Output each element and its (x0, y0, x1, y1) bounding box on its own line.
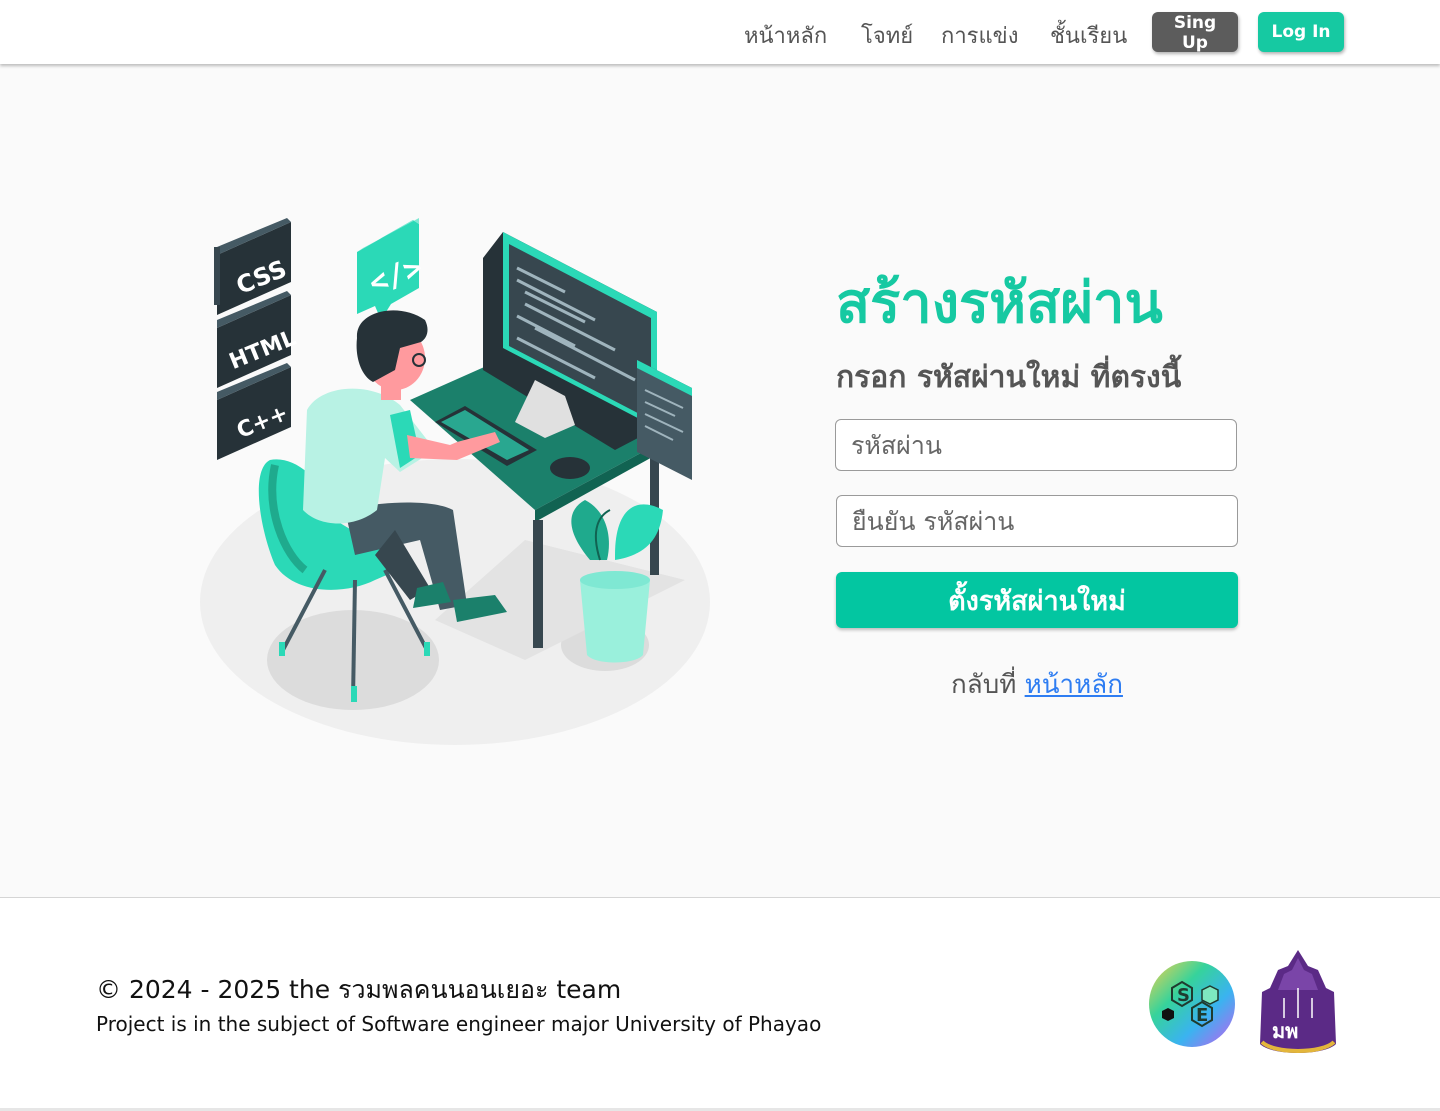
back-home-link[interactable]: หน้าหลัก (1025, 670, 1123, 700)
signup-button[interactable]: Sing Up (1152, 12, 1238, 53)
nav-link-home[interactable]: หน้าหลัก (744, 18, 827, 53)
footer-copyright: © 2024 - 2025 the รวมพลคนนอนเยอะ team (96, 975, 622, 1004)
svg-text:S: S (1177, 985, 1190, 1006)
developer-illustration: CSS HTML C++ </> (200, 218, 710, 745)
login-button[interactable]: Log In (1258, 12, 1344, 52)
page-subtitle: กรอก รหัสผ่านใหม่ ที่ตรงนี้ (836, 360, 1182, 395)
back-to-home-line: กลับที่ หน้าหลัก (836, 664, 1238, 705)
desk-leg (533, 520, 543, 648)
university-of-phayao-logo: มพ (1260, 950, 1336, 1053)
password-input[interactable] (835, 419, 1237, 471)
navbar: หน้าหลัก โจทย์ การแข่ง ชั้นเรียน Sing Up… (0, 0, 1440, 64)
back-prefix-text: กลับที่ (951, 670, 1017, 700)
footer: © 2024 - 2025 the รวมพลคนนอนเยอะ team Pr… (0, 897, 1440, 1111)
mouse (550, 457, 590, 479)
footer-project-text: Project is in the subject of Software en… (96, 1012, 822, 1036)
nav-link-contests[interactable]: การแข่ง (941, 18, 1018, 53)
code-tag-icon: </> (357, 218, 427, 320)
plant-pot (580, 580, 650, 663)
page-title: สร้างรหัสผ่าน (836, 271, 1163, 336)
nav-link-problems[interactable]: โจทย์ (861, 18, 913, 53)
se-logo: S E (1149, 961, 1235, 1047)
reset-password-button[interactable]: ตั้งรหัสผ่านใหม่ (836, 572, 1238, 628)
confirm-password-input[interactable] (836, 495, 1238, 547)
svg-text:มพ: มพ (1272, 1019, 1298, 1043)
nav-link-classroom[interactable]: ชั้นเรียน (1050, 18, 1127, 53)
svg-text:E: E (1196, 1005, 1208, 1026)
